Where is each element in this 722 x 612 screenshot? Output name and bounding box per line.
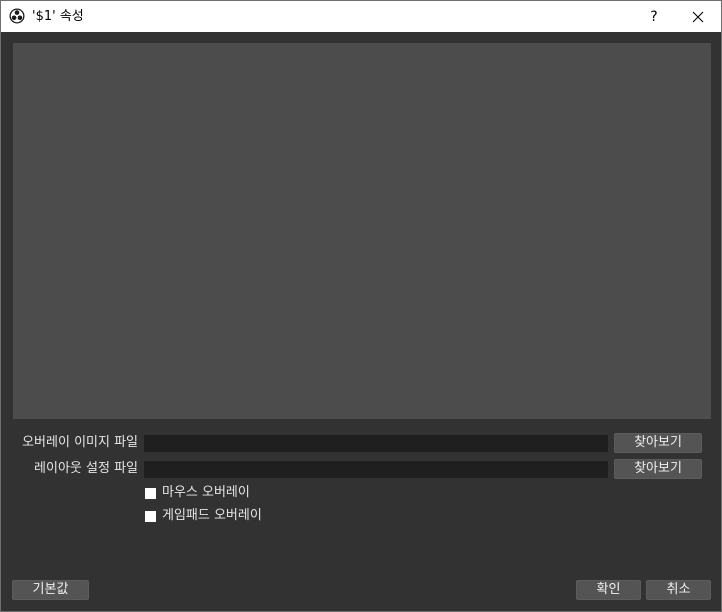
window-title: '$1' 속성 (32, 9, 84, 24)
mouse-overlay-checkbox[interactable] (145, 487, 156, 499)
layout-settings-browse-button[interactable]: 찾아보기 (614, 459, 702, 479)
obs-logo-icon (9, 8, 25, 24)
help-button[interactable]: ? (637, 1, 671, 32)
defaults-button[interactable]: 기본값 (12, 580, 89, 600)
layout-settings-path-input[interactable] (144, 461, 608, 478)
ok-button[interactable]: 확인 (576, 580, 641, 600)
close-icon (692, 11, 704, 22)
mouse-overlay-label: 마우스 오버레이 (162, 485, 250, 500)
layout-settings-label: 레이아웃 설정 파일 (34, 461, 138, 476)
cancel-button[interactable]: 취소 (646, 580, 711, 600)
close-button[interactable] (675, 1, 721, 32)
overlay-image-browse-button[interactable]: 찾아보기 (614, 433, 702, 453)
source-preview (13, 43, 711, 419)
properties-dialog: '$1' 속성 ? 오버레이 이미지 파일 찾아보기 레이아웃 설정 파일 찾아… (0, 0, 722, 612)
overlay-image-path-input[interactable] (144, 435, 608, 452)
overlay-image-label: 오버레이 이미지 파일 (22, 435, 138, 450)
gamepad-overlay-checkbox[interactable] (145, 510, 156, 522)
gamepad-overlay-label: 게임패드 오버레이 (162, 508, 262, 523)
title-bar[interactable]: '$1' 속성 ? (1, 1, 721, 32)
gamepad-overlay-option[interactable]: 게임패드 오버레이 (145, 508, 262, 524)
mouse-overlay-option[interactable]: 마우스 오버레이 (145, 485, 250, 501)
